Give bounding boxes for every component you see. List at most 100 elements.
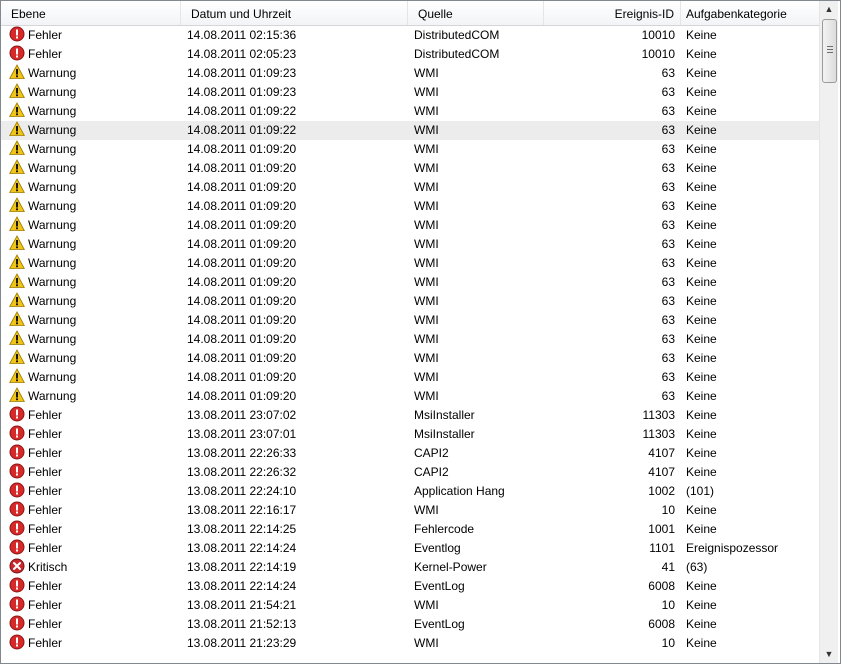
level-cell: Warnung — [9, 178, 179, 197]
level-cell: Warnung — [9, 102, 179, 121]
level-label: Warnung — [28, 294, 77, 308]
level-label: Fehler — [28, 503, 63, 517]
table-row[interactable]: Fehler 13.08.2011 22:14:25 Fehlercode 1001 K… — [1, 520, 819, 539]
category-cell: Keine — [686, 142, 717, 156]
table-row[interactable]: Warnung 14.08.2011 01:09:20 WMI 63 Keine — [1, 178, 819, 197]
event-id-cell: 4107 — [648, 465, 675, 479]
grip-line — [827, 46, 833, 47]
date-cell: 13.08.2011 23:07:02 — [187, 408, 297, 422]
warning-icon — [9, 254, 25, 270]
level-cell: Fehler — [9, 26, 179, 45]
event-id-cell: 10 — [661, 503, 675, 517]
level-label: Fehler — [28, 28, 63, 42]
level-cell: Fehler — [9, 425, 179, 444]
table-row[interactable]: Fehler 13.08.2011 22:14:24 Eventlog 1101 Ere… — [1, 539, 819, 558]
table-row[interactable]: Fehler 13.08.2011 22:26:32 CAPI2 4107 Keine — [1, 463, 819, 482]
category-cell: Keine — [686, 427, 717, 441]
date-cell: 13.08.2011 22:16:17 — [187, 503, 297, 517]
table-row[interactable]: Kritisch 13.08.2011 22:14:19 Kernel-Power 4… — [1, 558, 819, 577]
event-id-cell: 1101 — [649, 541, 675, 555]
table-row[interactable]: Fehler 13.08.2011 22:14:24 EventLog 6008 Kei… — [1, 577, 819, 596]
table-row[interactable]: Warnung 14.08.2011 01:09:20 WMI 63 Keine — [1, 311, 819, 330]
table-row[interactable]: Warnung 14.08.2011 01:09:20 WMI 63 Keine — [1, 387, 819, 406]
level-label: Fehler — [28, 636, 63, 650]
event-id-cell: 63 — [661, 142, 675, 156]
level-label: Fehler — [28, 541, 63, 555]
date-cell: 14.08.2011 02:15:36 — [187, 28, 297, 42]
table-row[interactable]: Fehler 13.08.2011 21:23:29 WMI 10 Keine — [1, 634, 819, 653]
event-id-cell: 63 — [661, 180, 675, 194]
table-row[interactable]: Warnung 14.08.2011 01:09:20 WMI 63 Keine — [1, 159, 819, 178]
error-icon — [9, 45, 25, 61]
table-row[interactable]: Fehler 13.08.2011 21:54:21 WMI 10 Keine — [1, 596, 819, 615]
category-cell: Keine — [686, 123, 717, 137]
category-cell: Keine — [686, 598, 717, 612]
level-cell: Fehler — [9, 577, 179, 596]
date-cell: 13.08.2011 22:14:24 — [187, 541, 297, 555]
table-row[interactable]: Warnung 14.08.2011 01:09:20 WMI 63 Keine — [1, 292, 819, 311]
event-id-cell: 1002 — [648, 484, 675, 498]
date-cell: 14.08.2011 01:09:20 — [187, 370, 297, 384]
date-cell: 13.08.2011 21:23:29 — [187, 636, 297, 650]
table-row[interactable]: Fehler 13.08.2011 23:07:01 MsiInstaller 113… — [1, 425, 819, 444]
table-row[interactable]: Warnung 14.08.2011 01:09:20 WMI 63 Keine — [1, 197, 819, 216]
table-row[interactable]: Warnung 14.08.2011 01:09:20 WMI 63 Keine — [1, 140, 819, 159]
error-icon — [9, 444, 25, 460]
table-row[interactable]: Warnung 14.08.2011 01:09:22 WMI 63 Keine — [1, 121, 819, 140]
scroll-up-icon[interactable]: ▲ — [820, 1, 838, 18]
column-header-category[interactable]: Aufgabenkategorie — [681, 1, 819, 25]
table-row[interactable]: Fehler 13.08.2011 21:52:13 EventLog 6008 Kei… — [1, 615, 819, 634]
vertical-scrollbar[interactable]: ▲ ▼ — [819, 1, 838, 663]
event-id-cell: 6008 — [648, 579, 675, 593]
table-row[interactable]: Warnung 14.08.2011 01:09:23 WMI 63 Keine — [1, 83, 819, 102]
column-header-date[interactable]: Datum und Uhrzeit — [181, 1, 408, 25]
table-row[interactable]: Warnung 14.08.2011 01:09:22 WMI 63 Keine — [1, 102, 819, 121]
event-id-cell: 11303 — [642, 427, 675, 441]
table-row[interactable]: Warnung 14.08.2011 01:09:20 WMI 63 Keine — [1, 216, 819, 235]
warning-icon — [9, 235, 25, 251]
table-row[interactable]: Warnung 14.08.2011 01:09:20 WMI 63 Keine — [1, 368, 819, 387]
level-label: Warnung — [28, 85, 77, 99]
level-cell: Fehler — [9, 539, 179, 558]
scroll-thumb[interactable] — [822, 19, 837, 83]
table-row[interactable]: Fehler 13.08.2011 22:24:10 Application Han… — [1, 482, 819, 501]
level-cell: Fehler — [9, 45, 179, 64]
level-cell: Kritisch — [9, 558, 179, 577]
event-id-cell: 10010 — [641, 28, 675, 42]
level-label: Warnung — [28, 256, 77, 270]
level-cell: Warnung — [9, 197, 179, 216]
category-cell: Keine — [686, 579, 717, 593]
level-cell: Warnung — [9, 368, 179, 387]
scroll-down-icon[interactable]: ▼ — [820, 646, 838, 663]
date-cell: 13.08.2011 22:24:10 — [187, 484, 297, 498]
level-cell: Warnung — [9, 140, 179, 159]
table-row[interactable]: Warnung 14.08.2011 01:09:23 WMI 63 Keine — [1, 64, 819, 83]
warning-icon — [9, 197, 25, 213]
category-cell: Keine — [686, 47, 717, 61]
column-header-event-id[interactable]: Ereignis-ID — [544, 1, 681, 25]
column-header-level[interactable]: Ebene — [1, 1, 181, 25]
column-header-source[interactable]: Quelle — [408, 1, 544, 25]
level-cell: Fehler — [9, 463, 179, 482]
table-row[interactable]: Warnung 14.08.2011 01:09:20 WMI 63 Keine — [1, 235, 819, 254]
level-label: Warnung — [28, 237, 77, 251]
grip-line — [827, 49, 833, 50]
table-row[interactable]: Warnung 14.08.2011 01:09:20 WMI 63 Keine — [1, 254, 819, 273]
table-row[interactable]: Warnung 14.08.2011 01:09:20 WMI 63 Keine — [1, 349, 819, 368]
error-icon — [9, 501, 25, 517]
level-cell: Warnung — [9, 159, 179, 178]
table-row[interactable]: Warnung 14.08.2011 01:09:20 WMI 63 Keine — [1, 273, 819, 292]
error-icon — [9, 463, 25, 479]
table-row[interactable]: Fehler 13.08.2011 22:26:33 CAPI2 4107 Keine — [1, 444, 819, 463]
date-cell: 13.08.2011 22:14:19 — [187, 560, 297, 574]
event-id-cell: 63 — [661, 313, 675, 327]
event-log-list: Ebene Datum und Uhrzeit Quelle Ereignis-… — [0, 0, 841, 664]
table-row[interactable]: Fehler 13.08.2011 23:07:02 MsiInstaller 113… — [1, 406, 819, 425]
table-row[interactable]: Fehler 14.08.2011 02:05:23 DistributedCOM 1… — [1, 45, 819, 64]
table-row[interactable]: Fehler 14.08.2011 02:15:36 DistributedCOM 1… — [1, 26, 819, 45]
table-row[interactable]: Fehler 13.08.2011 22:16:17 WMI 10 Keine — [1, 501, 819, 520]
table-row[interactable]: Warnung 14.08.2011 01:09:20 WMI 63 Keine — [1, 330, 819, 349]
event-id-cell: 63 — [661, 161, 675, 175]
date-cell: 13.08.2011 21:54:21 — [187, 598, 297, 612]
error-icon — [9, 577, 25, 593]
